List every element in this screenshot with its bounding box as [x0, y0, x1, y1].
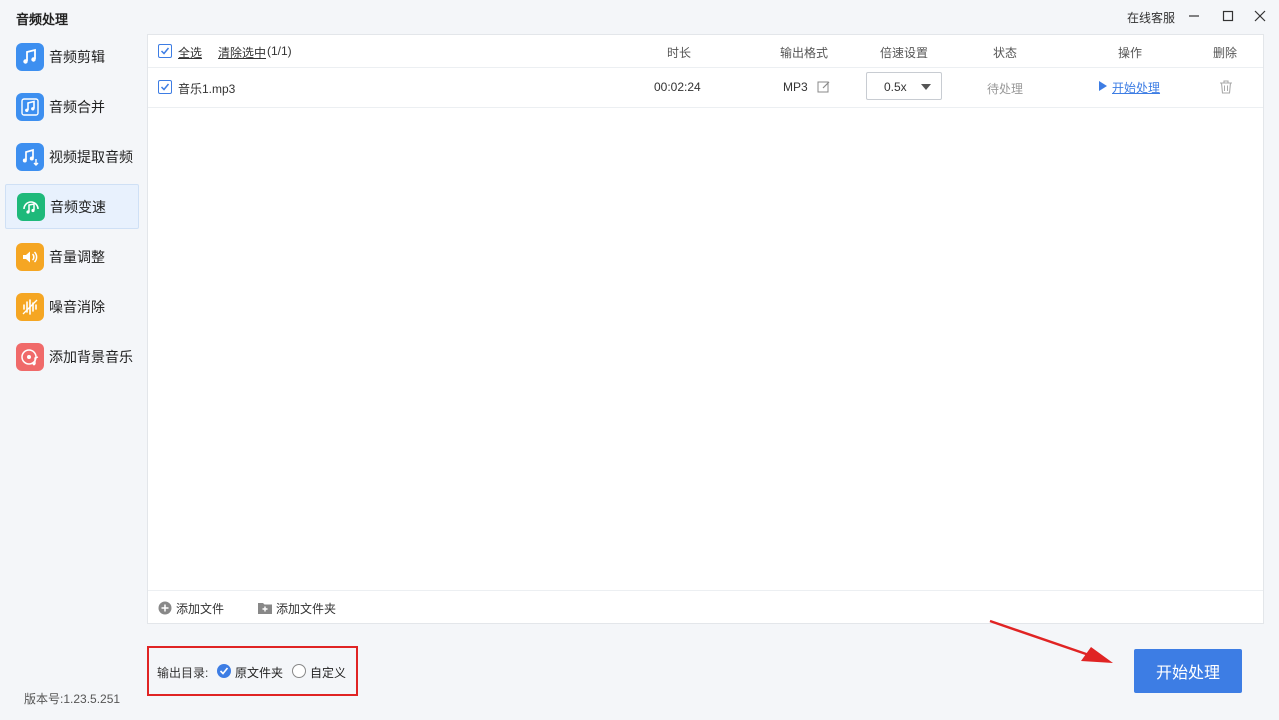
check-icon	[219, 667, 229, 675]
noise-wave-icon	[16, 292, 44, 321]
selection-count: (1/1)	[267, 44, 292, 58]
sidebar-item-volume-adjust[interactable]: 音量调整	[5, 234, 139, 279]
speed-value: 0.5x	[884, 80, 907, 94]
sidebar-item-label: 音频剪辑	[49, 48, 105, 65]
sidebar-item-label: 视频提取音频	[49, 148, 133, 165]
close-icon	[1254, 10, 1266, 22]
minimize-button[interactable]	[1184, 6, 1204, 26]
sidebar-item-label: 音频变速	[50, 198, 106, 215]
title-bar: 音频处理 在线客服	[0, 0, 1279, 34]
radio-original-folder[interactable]	[217, 664, 231, 678]
add-file-label: 添加文件	[176, 601, 225, 616]
sidebar-item-label: 添加背景音乐	[49, 348, 133, 365]
sidebar-item-audio-merge[interactable]: 音频合并	[5, 84, 139, 129]
check-icon	[160, 83, 170, 91]
start-process-link[interactable]: 开始处理	[1112, 79, 1160, 96]
radio-original-folder-label[interactable]: 原文件夹	[235, 664, 283, 681]
sidebar-item-label: 音频合并	[49, 98, 105, 115]
column-header-delete: 删除	[1213, 46, 1238, 60]
file-list-panel: 全选 清除选中 (1/1) 时长 输出格式 倍速设置 状态 操作 删除 音乐1.…	[147, 34, 1264, 624]
version-label: 版本号:1.23.5.251	[24, 692, 121, 706]
start-process-button[interactable]: 开始处理	[1134, 649, 1242, 693]
speaker-icon	[16, 242, 44, 271]
table-header: 全选 清除选中 (1/1) 时长 输出格式 倍速设置 状态 操作 删除	[148, 35, 1263, 68]
app-title: 音频处理	[16, 12, 69, 27]
column-header-action: 操作	[1118, 46, 1143, 60]
sidebar-item-add-background-music[interactable]: 添加背景音乐	[5, 334, 139, 379]
online-service-link[interactable]: 在线客服	[1127, 9, 1175, 26]
clear-selection-link[interactable]: 清除选中	[218, 44, 266, 61]
column-header-speed: 倍速设置	[880, 46, 929, 60]
chevron-down-icon	[921, 84, 931, 90]
status-text: 待处理	[987, 82, 1024, 96]
red-arrow-annotation	[989, 619, 1113, 663]
file-name: 音乐1.mp3	[178, 82, 236, 96]
radio-custom[interactable]	[292, 664, 306, 678]
trash-icon[interactable]	[1218, 79, 1234, 95]
select-all-link[interactable]: 全选	[178, 44, 202, 61]
sidebar: 音频剪辑 音频合并 视频提取音频 音频变速 音量调整 噪音消除 添加背景音乐 版…	[0, 34, 146, 720]
table-row: 音乐1.mp3 00:02:24 MP3 0.5x 待处理 开始处理	[148, 68, 1263, 108]
edit-icon[interactable]	[817, 80, 831, 94]
play-icon	[1099, 81, 1107, 91]
add-file-button[interactable]: 添加文件	[158, 600, 224, 616]
column-header-duration: 时长	[667, 46, 692, 60]
music-speed-icon	[17, 192, 45, 221]
close-button[interactable]	[1250, 6, 1270, 26]
output-directory-label: 输出目录:	[157, 666, 209, 680]
plus-circle-icon	[158, 601, 172, 615]
sidebar-item-video-extract-audio[interactable]: 视频提取音频	[5, 134, 139, 179]
sidebar-item-label: 音量调整	[49, 248, 105, 265]
sidebar-item-audio-cut[interactable]: 音频剪辑	[5, 34, 139, 79]
sidebar-item-noise-removal[interactable]: 噪音消除	[5, 284, 139, 329]
music-merge-icon	[16, 92, 44, 121]
speed-select[interactable]: 0.5x	[866, 72, 942, 100]
file-duration: 00:02:24	[654, 80, 701, 94]
check-icon	[160, 47, 170, 55]
add-folder-label: 添加文件夹	[276, 601, 337, 616]
maximize-icon	[1222, 10, 1234, 22]
select-all-checkbox[interactable]	[158, 44, 172, 58]
column-header-status: 状态	[993, 46, 1018, 60]
output-format: MP3	[783, 80, 808, 94]
minimize-icon	[1189, 15, 1199, 17]
disc-music-icon	[16, 342, 44, 371]
maximize-button[interactable]	[1218, 6, 1238, 26]
output-directory-group: 输出目录: 原文件夹 自定义	[147, 646, 358, 696]
music-extract-icon	[16, 142, 44, 171]
folder-plus-icon	[258, 603, 272, 614]
sidebar-item-label: 噪音消除	[49, 298, 105, 315]
row-checkbox[interactable]	[158, 80, 172, 94]
column-header-format: 输出格式	[780, 46, 829, 60]
music-scissors-icon	[16, 42, 44, 71]
radio-custom-label[interactable]: 自定义	[310, 664, 346, 681]
add-folder-button[interactable]: 添加文件夹	[258, 600, 336, 616]
sidebar-item-audio-speed[interactable]: 音频变速	[5, 184, 139, 229]
